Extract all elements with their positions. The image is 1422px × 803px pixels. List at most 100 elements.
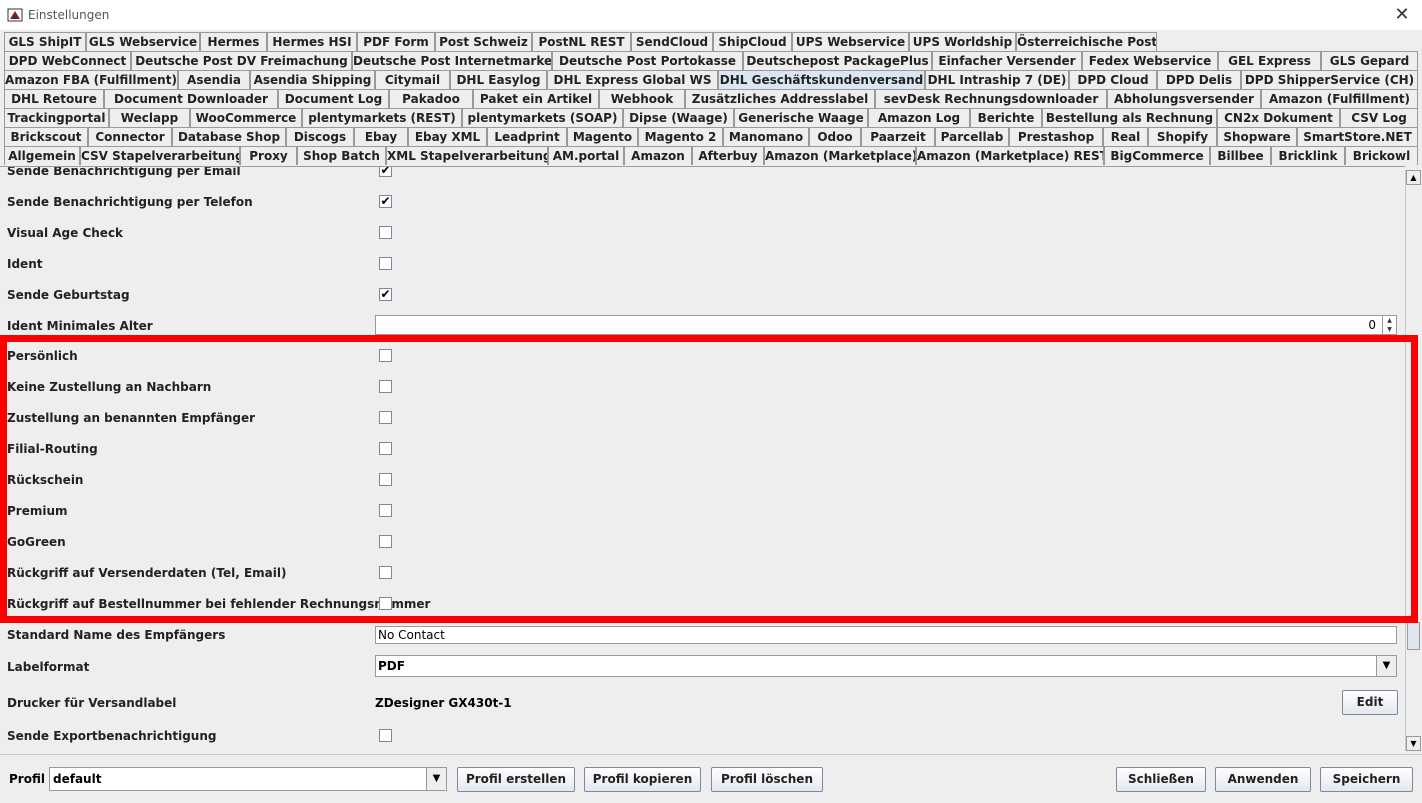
check-icon[interactable]: ✔ <box>379 167 392 177</box>
tab[interactable]: Shopware <box>1217 127 1297 146</box>
tab[interactable]: CSV Log <box>1340 108 1418 127</box>
tab[interactable]: Pakadoo <box>389 89 473 108</box>
profile-select[interactable]: default ▼ <box>49 767 447 791</box>
tab[interactable]: Database Shop <box>172 127 286 146</box>
tab[interactable]: Document Log <box>278 89 389 108</box>
labelformat-select[interactable]: PDF ▼ <box>375 655 1397 677</box>
scroll-up-icon[interactable]: ▲ <box>1406 170 1421 185</box>
checkbox-keine-zustellung[interactable] <box>379 380 392 393</box>
tab[interactable]: Parcellab <box>935 127 1009 146</box>
tab[interactable]: Deutschepost PackagePlus <box>743 51 932 70</box>
tab[interactable]: Bricklink <box>1271 146 1345 165</box>
checkbox-rueckschein[interactable] <box>379 473 392 486</box>
tab[interactable]: UPS Webservice <box>792 32 909 51</box>
tab[interactable]: Generische Waage <box>734 108 868 127</box>
tab[interactable]: WooCommerce <box>190 108 302 127</box>
tab[interactable]: Amazon (Marketplace) REST <box>916 146 1104 165</box>
tab[interactable]: Asendia Shipping <box>250 70 375 89</box>
tab[interactable]: Discogs <box>286 127 354 146</box>
apply-button[interactable]: Anwenden <box>1215 767 1311 792</box>
tab[interactable]: Document Downloader <box>104 89 278 108</box>
tab[interactable]: DHL Easylog <box>450 70 547 89</box>
vertical-scrollbar[interactable]: ▲ ▼ <box>1405 170 1421 751</box>
tab[interactable]: Odoo <box>809 127 861 146</box>
recipient-name-field[interactable]: No Contact <box>375 626 1397 644</box>
tab[interactable]: Dipse (Waage) <box>623 108 734 127</box>
tab[interactable]: BigCommerce <box>1104 146 1210 165</box>
tab[interactable]: CSV Stapelverarbeitung <box>80 146 240 165</box>
tab[interactable]: Deutsche Post DV Freimachung <box>131 51 352 70</box>
tab[interactable]: DPD Delis <box>1157 70 1241 89</box>
scroll-thumb[interactable] <box>1407 622 1420 650</box>
tab[interactable]: Asendia <box>178 70 250 89</box>
tab[interactable]: Deutsche Post Internetmarke <box>352 51 552 70</box>
tab[interactable]: Magento <box>567 127 638 146</box>
tab[interactable]: Connector <box>88 127 172 146</box>
tab[interactable]: Prestashop <box>1009 127 1103 146</box>
checkbox-visual-age-check[interactable] <box>379 226 392 239</box>
tab[interactable]: Billbee <box>1210 146 1271 165</box>
tab[interactable]: Allgemein <box>4 146 80 165</box>
tab[interactable]: Abholungsversender <box>1107 89 1261 108</box>
tab[interactable]: Manomano <box>723 127 809 146</box>
close-icon[interactable]: ✕ <box>1392 5 1412 25</box>
tab[interactable]: Einfacher Versender <box>932 51 1082 70</box>
tab[interactable]: Österreichische Post <box>1016 32 1157 51</box>
checkbox-ident[interactable] <box>379 257 392 270</box>
tab[interactable]: DHL Intraship 7 (DE) <box>925 70 1069 89</box>
tab[interactable]: plentymarkets (REST) <box>302 108 462 127</box>
chevron-down-icon[interactable]: ▼ <box>1376 656 1396 676</box>
spinner-arrows-icon[interactable]: ▲ ▼ <box>1382 316 1396 334</box>
tab[interactable]: DPD Cloud <box>1069 70 1157 89</box>
tab[interactable]: SmartStore.NET <box>1297 127 1418 146</box>
tab[interactable]: GLS Webservice <box>86 32 200 51</box>
tab[interactable]: Ebay XML <box>408 127 487 146</box>
tab[interactable]: ShipCloud <box>713 32 792 51</box>
tab[interactable]: sevDesk Rechnungsdownloader <box>875 89 1107 108</box>
tab[interactable]: Post Schweiz <box>435 32 532 51</box>
tab[interactable]: Zusätzliches Addresslabel <box>685 89 875 108</box>
tab[interactable]: plentymarkets (SOAP) <box>462 108 623 127</box>
close-button[interactable]: Schließen <box>1116 767 1206 792</box>
tab[interactable]: PDF Form <box>357 32 435 51</box>
tab[interactable]: GEL Express <box>1218 51 1321 70</box>
tab[interactable]: DPD ShipperService (CH) <box>1241 70 1418 89</box>
tab[interactable]: Ebay <box>354 127 408 146</box>
tab[interactable]: Amazon (Marketplace) <box>764 146 916 165</box>
checkbox-premium[interactable] <box>379 504 392 517</box>
edit-printer-button[interactable]: Edit <box>1342 690 1398 715</box>
tab[interactable]: DPD WebConnect <box>4 51 131 70</box>
tab[interactable]: Paarzeit <box>861 127 935 146</box>
tab[interactable]: Proxy <box>240 146 297 165</box>
tab[interactable]: Amazon Log <box>868 108 970 127</box>
tab[interactable]: GLS Gepard <box>1321 51 1418 70</box>
tab[interactable]: Leadprint <box>487 127 567 146</box>
tab[interactable]: Brickscout <box>4 127 88 146</box>
ident-min-age-spinner[interactable]: 0 ▲ ▼ <box>375 315 1397 335</box>
tab[interactable]: Webhook <box>599 89 685 108</box>
tab[interactable]: Citymail <box>375 70 450 89</box>
tab[interactable]: AM.portal <box>548 146 624 165</box>
create-profile-button[interactable]: Profil erstellen <box>457 767 575 792</box>
tab[interactable]: DHL Express Global WS <box>547 70 718 89</box>
tab[interactable]: PostNL REST <box>532 32 631 51</box>
checkbox-benannter-empfaenger[interactable] <box>379 411 392 424</box>
tab[interactable]: Shopify <box>1148 127 1217 146</box>
tab[interactable]: Real <box>1103 127 1148 146</box>
tab[interactable]: Afterbuy <box>692 146 764 165</box>
checkbox-versenderdaten[interactable] <box>379 566 392 579</box>
check-icon[interactable]: ✔ <box>379 288 392 301</box>
tab[interactable]: Hermes HSI <box>267 32 357 51</box>
tab[interactable]: SendCloud <box>631 32 713 51</box>
checkbox-gogreen[interactable] <box>379 535 392 548</box>
chevron-down-icon[interactable]: ▼ <box>426 768 446 790</box>
tab[interactable]: UPS Worldship <box>909 32 1016 51</box>
tab[interactable]: Hermes <box>200 32 267 51</box>
delete-profile-button[interactable]: Profil löschen <box>711 767 823 792</box>
tab[interactable]: Berichte <box>970 108 1042 127</box>
copy-profile-button[interactable]: Profil kopieren <box>584 767 701 792</box>
tab[interactable]: Deutsche Post Portokasse <box>552 51 743 70</box>
tab[interactable]: Trackingportal <box>4 108 109 127</box>
tab[interactable]: Paket ein Artikel <box>473 89 599 108</box>
scroll-down-icon[interactable]: ▼ <box>1406 736 1421 751</box>
